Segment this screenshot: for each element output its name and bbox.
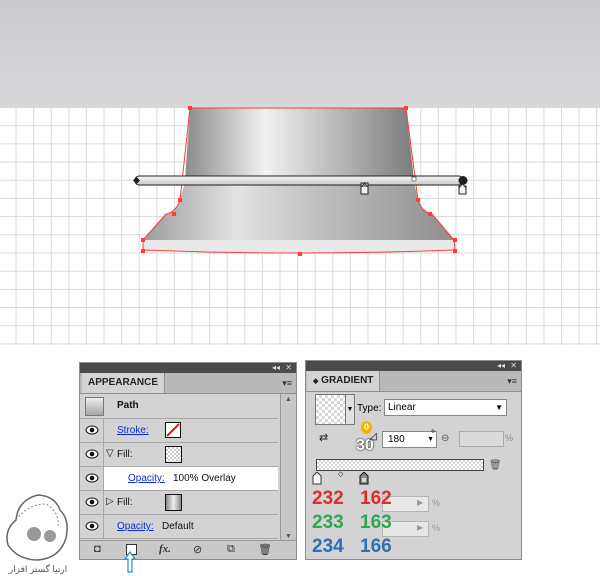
opacity-label[interactable]: Opacity: [128, 473, 165, 484]
shape-upper [185, 108, 414, 180]
watermark-logo-mark [6, 494, 68, 561]
angle-input[interactable]: 180 ▼ [382, 431, 437, 448]
fill-swatch-icon[interactable] [165, 446, 182, 463]
eye-icon[interactable] [85, 496, 99, 508]
appearance-row-fill-2[interactable]: ▷ Fill: [80, 491, 278, 515]
scrollbar[interactable]: ▲ ▼ [280, 394, 296, 542]
pointer-arrow-icon [124, 551, 136, 573]
artboard-canvas[interactable] [0, 0, 600, 345]
type-select-value: Linear [388, 402, 416, 413]
tab-arrows-icon: ◆ [313, 378, 319, 385]
watermark-caption: ارتیا گستر افزار [8, 564, 68, 574]
appearance-header-row[interactable]: Path [80, 394, 278, 419]
angle-icon: ◿ [369, 431, 377, 442]
collapse-icon[interactable]: ◂◂ [272, 363, 280, 373]
opacity-stepper-icon[interactable]: ▶ [417, 498, 423, 507]
disclosure-closed-icon[interactable]: ▷ [106, 496, 114, 507]
gradient-preset-dropdown[interactable]: ▼ [345, 394, 355, 425]
appearance-row-opacity-default[interactable]: Opacity: Default [80, 515, 278, 539]
appearance-bottom-toolbar: ◘ fx. ⊘ ⧉ 🗑 [80, 540, 296, 559]
blue-value-2: 166 [360, 536, 392, 557]
midpoint-diamond-icon[interactable]: ◇ [338, 470, 343, 478]
scroll-down-icon[interactable]: ▼ [285, 533, 292, 540]
visibility-cell[interactable] [80, 491, 104, 514]
stroke-none-swatch-icon[interactable] [165, 422, 181, 438]
visibility-cell[interactable] [80, 515, 104, 538]
collapse-icon[interactable]: ◂◂ [497, 361, 505, 371]
color-stop-left[interactable] [312, 472, 322, 485]
eye-icon[interactable] [85, 424, 99, 436]
blue-value-1: 234 [312, 536, 344, 557]
delete-stop-icon[interactable]: 🗑 [489, 460, 502, 471]
green-value-2: 163 [360, 512, 392, 533]
opacity-value: 100% Overlay [173, 473, 236, 484]
appearance-row-fill-1[interactable]: ▽ Fill: [80, 443, 278, 467]
appearance-row-stroke[interactable]: Stroke: [80, 419, 278, 443]
fill-label: Fill: [117, 449, 133, 460]
close-icon[interactable]: ✕ [510, 361, 517, 371]
eye-icon[interactable] [85, 472, 99, 484]
path-thumbnail [85, 397, 104, 416]
opacity-label[interactable]: Opacity: [117, 521, 154, 532]
location-unit: % [432, 523, 441, 533]
close-icon[interactable]: ✕ [285, 363, 292, 373]
gradient-preview-swatch[interactable] [315, 394, 346, 425]
panel-menu-icon[interactable]: ▾≡ [282, 378, 292, 389]
eye-icon[interactable] [85, 520, 99, 532]
panel-titlebar: ◂◂ ✕ [80, 363, 296, 373]
angle-value: 180 [388, 434, 405, 445]
add-stroke-icon[interactable]: ◘ [94, 543, 101, 555]
visibility-cell[interactable] [80, 443, 104, 466]
opacity-value: Default [162, 521, 194, 532]
panel-menu-icon[interactable]: ▾≡ [507, 376, 517, 387]
watermark-logo: ارتیا گستر افزار [0, 490, 75, 576]
tab-gradient-label: GRADIENT [321, 375, 374, 386]
color-stop-selected[interactable] [359, 472, 369, 485]
opacity-unit: % [432, 498, 441, 508]
reverse-gradient-icon[interactable]: ⇄ [319, 431, 328, 444]
chevron-down-icon: ▼ [495, 403, 503, 412]
stroke-label[interactable]: Stroke: [117, 425, 149, 436]
aspect-unit: % [505, 433, 514, 443]
red-value-1: 232 [312, 488, 344, 509]
path-label: Path [117, 400, 139, 411]
fx-icon[interactable]: fx. [159, 543, 171, 555]
appearance-row-opacity-overlay[interactable]: Opacity: 100% Overlay [80, 467, 278, 491]
fill-label: Fill: [117, 497, 133, 508]
visibility-cell[interactable] [80, 419, 104, 442]
aspect-ratio-icon: ⊖ [441, 433, 450, 444]
type-select[interactable]: Linear ▼ [384, 399, 507, 416]
type-label: Type: [357, 403, 382, 414]
aspect-ratio-input[interactable] [459, 431, 504, 447]
artwork [132, 106, 468, 256]
gradient-panel: ◂◂ ✕ ◆ GRADIENT ▾≡ ▼ Type: Linear ▼ ⇄ 0 … [305, 360, 522, 560]
delete-item-icon[interactable]: 🗑 [258, 543, 272, 556]
duplicate-item-icon[interactable]: ⧉ [227, 543, 235, 556]
clear-appearance-icon[interactable]: ⊘ [193, 543, 202, 556]
red-value-2: 162 [360, 488, 392, 509]
visibility-cell[interactable] [80, 467, 104, 490]
scroll-up-icon[interactable]: ▲ [285, 396, 292, 403]
gradient-fill-swatch-icon[interactable] [165, 494, 182, 511]
angle-unit: ° [431, 429, 435, 440]
panel-titlebar: ◂◂ ✕ [306, 361, 521, 371]
disclosure-open-icon[interactable]: ▽ [106, 448, 114, 459]
tab-gradient[interactable]: ◆ GRADIENT [307, 371, 381, 391]
eye-icon[interactable] [85, 448, 99, 460]
tab-appearance[interactable]: APPEARANCE [82, 373, 166, 393]
location-stepper-icon[interactable]: ▶ [417, 523, 423, 532]
green-value-1: 233 [312, 512, 344, 533]
appearance-panel: ◂◂ ✕ APPEARANCE ▾≡ Path Stroke: ▽ Fill: … [79, 362, 297, 560]
